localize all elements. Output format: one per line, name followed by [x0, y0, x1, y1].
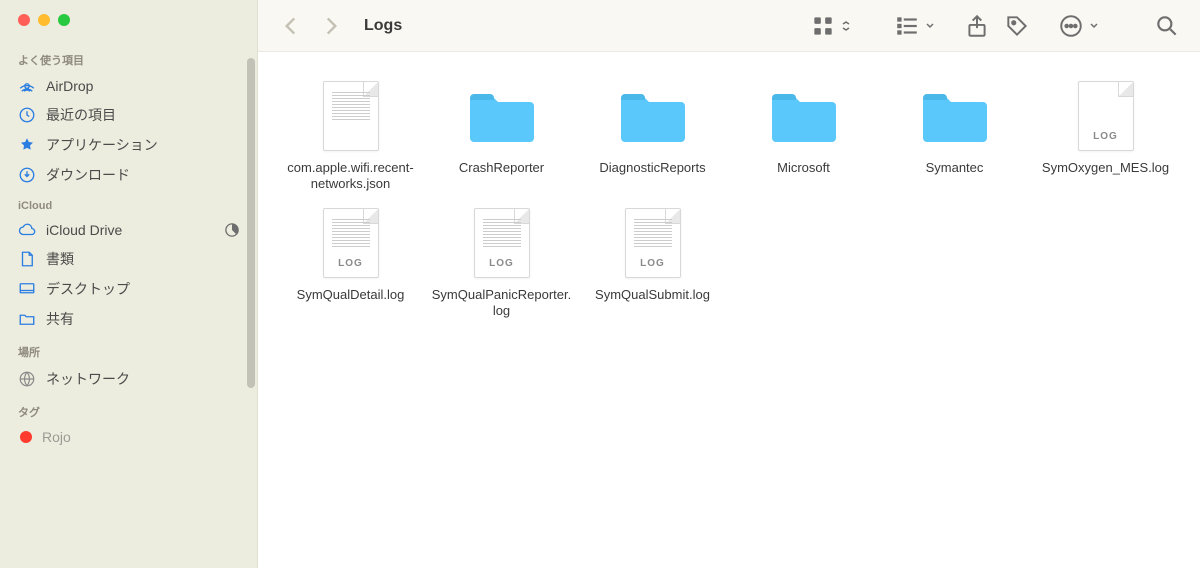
sidebar-item-desktop[interactable]: デスクトップ	[0, 274, 257, 304]
file-icon	[315, 80, 387, 152]
traffic-lights	[0, 14, 257, 42]
chevron-down-icon	[924, 20, 936, 32]
download-icon	[18, 166, 36, 184]
shared-folder-icon	[18, 310, 36, 328]
sidebar-item-label: Rojo	[42, 429, 71, 445]
file-item[interactable]: LOG SymQualPanicReporter.log	[429, 207, 574, 320]
file-icon: LOG	[466, 207, 538, 279]
file-item[interactable]: com.apple.wifi.recent-networks.json	[278, 80, 423, 193]
close-button[interactable]	[18, 14, 30, 26]
sidebar-item-label: デスクトップ	[46, 279, 130, 299]
grid-view-icon	[810, 13, 836, 39]
globe-icon	[18, 370, 36, 388]
maximize-button[interactable]	[58, 14, 70, 26]
file-type-label: LOG	[1079, 131, 1133, 142]
sidebar-section-tags: タグ	[0, 394, 257, 424]
sidebar: よく使う項目 AirDrop 最近の項目 アプリケーション ダウンロード iCl…	[0, 0, 258, 568]
folder-item[interactable]: Microsoft	[731, 80, 876, 193]
minimize-button[interactable]	[38, 14, 50, 26]
sidebar-item-tag-red[interactable]: Rojo	[0, 424, 257, 450]
sidebar-item-airdrop[interactable]: AirDrop	[0, 72, 257, 100]
sidebar-item-documents[interactable]: 書類	[0, 244, 257, 274]
tag-button[interactable]	[1004, 13, 1030, 39]
airdrop-icon	[18, 77, 36, 95]
back-button[interactable]	[278, 13, 304, 39]
sidebar-section-locations: 場所	[0, 334, 257, 364]
sidebar-item-label: iCloud Drive	[46, 222, 122, 238]
sidebar-item-downloads[interactable]: ダウンロード	[0, 160, 257, 190]
app-icon	[18, 136, 36, 154]
document-icon	[18, 250, 36, 268]
item-name: CrashReporter	[459, 160, 544, 176]
content: Logs	[258, 0, 1200, 568]
cloud-icon	[18, 221, 36, 239]
group-by-button[interactable]	[894, 13, 936, 39]
sidebar-item-icloud-drive[interactable]: iCloud Drive	[0, 216, 257, 244]
toolbar: Logs	[258, 0, 1200, 52]
item-name: SymQualPanicReporter.log	[432, 287, 572, 320]
sidebar-item-applications[interactable]: アプリケーション	[0, 130, 257, 160]
file-type-label: LOG	[324, 258, 378, 269]
sidebar-section-favorites: よく使う項目	[0, 42, 257, 72]
file-icon: LOG	[1070, 80, 1142, 152]
file-type-label: LOG	[475, 258, 529, 269]
sidebar-section-icloud: iCloud	[0, 190, 257, 216]
item-name: com.apple.wifi.recent-networks.json	[281, 160, 421, 193]
ellipsis-circle-icon	[1058, 13, 1084, 39]
sidebar-item-label: ネットワーク	[46, 369, 130, 389]
file-item[interactable]: LOG SymQualDetail.log	[278, 207, 423, 320]
group-icon	[894, 13, 920, 39]
view-mode-button[interactable]	[810, 13, 852, 39]
folder-icon	[768, 80, 840, 152]
folder-item[interactable]: DiagnosticReports	[580, 80, 725, 193]
sidebar-item-label: AirDrop	[46, 78, 93, 94]
item-name: SymQualDetail.log	[297, 287, 405, 303]
sidebar-item-network[interactable]: ネットワーク	[0, 364, 257, 394]
sidebar-item-label: 最近の項目	[46, 105, 116, 125]
search-button[interactable]	[1154, 13, 1180, 39]
items-area[interactable]: com.apple.wifi.recent-networks.json Crash…	[258, 52, 1200, 568]
item-name: SymQualSubmit.log	[595, 287, 710, 303]
file-icon: LOG	[617, 207, 689, 279]
desktop-icon	[18, 280, 36, 298]
forward-button[interactable]	[318, 13, 344, 39]
folder-icon	[919, 80, 991, 152]
item-name: SymOxygen_MES.log	[1042, 160, 1169, 176]
item-name: DiagnosticReports	[599, 160, 705, 176]
file-icon: LOG	[315, 207, 387, 279]
chevron-down-icon	[1088, 20, 1100, 32]
sidebar-scrollbar[interactable]	[247, 58, 255, 388]
chevron-updown-icon	[840, 20, 852, 32]
folder-item[interactable]: Symantec	[882, 80, 1027, 193]
icloud-status-icon	[225, 223, 239, 237]
action-button[interactable]	[1058, 13, 1100, 39]
sidebar-item-recents[interactable]: 最近の項目	[0, 100, 257, 130]
sidebar-item-label: ダウンロード	[46, 165, 130, 185]
sidebar-item-label: アプリケーション	[46, 135, 158, 155]
file-item[interactable]: LOG SymOxygen_MES.log	[1033, 80, 1178, 193]
sidebar-item-label: 書類	[46, 249, 74, 269]
item-name: Microsoft	[777, 160, 830, 176]
tag-red-icon	[20, 431, 32, 443]
file-item[interactable]: LOG SymQualSubmit.log	[580, 207, 725, 320]
folder-icon	[466, 80, 538, 152]
file-type-label: LOG	[626, 258, 680, 269]
sidebar-item-label: 共有	[46, 309, 74, 329]
sidebar-item-shared[interactable]: 共有	[0, 304, 257, 334]
share-button[interactable]	[964, 13, 990, 39]
clock-icon	[18, 106, 36, 124]
window-title: Logs	[364, 17, 402, 35]
folder-icon	[617, 80, 689, 152]
item-name: Symantec	[926, 160, 984, 176]
folder-item[interactable]: CrashReporter	[429, 80, 574, 193]
